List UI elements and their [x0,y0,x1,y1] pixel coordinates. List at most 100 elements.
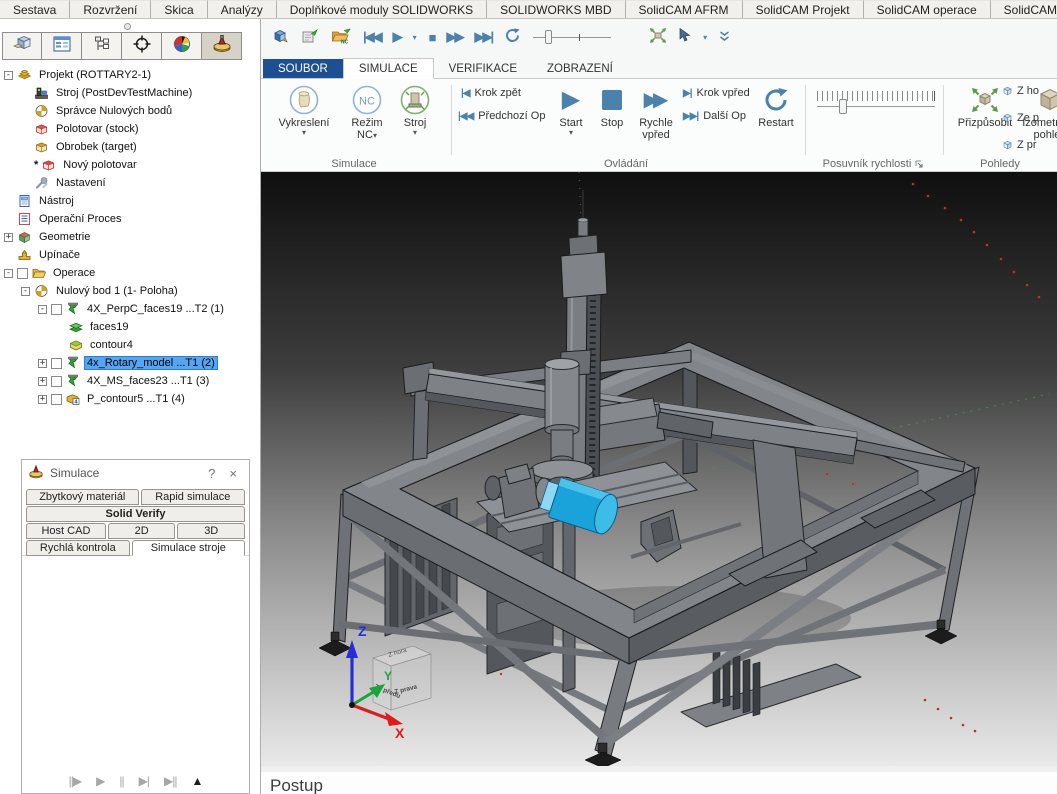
tree-label[interactable]: Polotovar (stock) [54,123,141,135]
tab-solidcam-projekt[interactable]: SolidCAM Projekt [743,0,864,18]
tab-zbytkovy-material[interactable]: Zbytkový materiál [26,489,139,505]
tab-rozvrzeni[interactable]: Rozvržení [70,0,151,18]
vykresleni-button[interactable]: Vykreslení ▾ [273,83,335,136]
pointer-dropdown-icon[interactable]: ▾ [703,34,707,41]
ribbon-tab-verifikace[interactable]: VERIFIKACE [434,59,532,78]
tree-item-4x-perpc-faces19[interactable]: - 4X_PerpC_faces19 ...T2 (1) [0,300,260,318]
krok-vpred-button[interactable]: ▶| Krok vpřed [683,87,750,99]
tree-label[interactable]: contour4 [88,339,135,351]
rychle-vpred-button[interactable]: ▶▶ Rychle vpřed [633,83,679,141]
expand-icon[interactable]: + [38,377,47,386]
collapse-icon[interactable]: - [21,287,30,296]
expand-icon[interactable]: + [4,233,13,242]
tab-solidcam-operace[interactable]: SolidCAM operace [864,0,991,18]
tree-item-operacni-proces[interactable]: Operační Proces [0,210,260,228]
panel-splitter-handle[interactable] [0,19,260,32]
tree-item-p-contour5[interactable]: + 4 P_contour5 ...T1 (4) [0,390,260,408]
restart-button[interactable]: Restart [751,83,801,129]
simulace-dialog-titlebar[interactable]: Simulace ? × [22,460,249,486]
operation-checkbox[interactable] [51,376,62,387]
next-op-button[interactable]: ▶|| [164,774,176,788]
tab-analyzy[interactable]: Analýzy [208,0,277,18]
view-top-button[interactable]: Z ho [1001,85,1039,97]
zoom-fit-icon[interactable] [649,27,667,47]
play-button[interactable]: ▶ [393,29,401,45]
tab-rychla-kontrola[interactable]: Rychlá kontrola [26,540,130,556]
tab-solid-verify[interactable]: Solid Verify [26,506,245,522]
collapse-icon[interactable]: - [4,269,13,278]
view-right-button[interactable]: Z pr [1001,139,1037,151]
tree-label[interactable]: 4X_MS_faces23 ...T1 (3) [85,375,211,387]
feature-manager-button[interactable] [2,32,42,60]
stop-button[interactable]: Stop [593,83,631,129]
ribbon-tab-soubor[interactable]: SOUBOR [263,59,343,78]
krok-zpet-button[interactable]: |◀ Krok zpět [461,87,521,99]
tab-doplnkove-moduly[interactable]: Doplňkové moduly SOLIDWORKS [277,0,487,18]
tree-label[interactable]: P_contour5 ...T1 (4) [85,393,187,405]
tab-skica[interactable]: Skica [151,0,207,18]
speed-slider[interactable] [817,91,935,107]
step-play-button[interactable]: ||▶ [69,774,81,788]
operation-checkbox[interactable] [17,268,28,279]
tab-host-cad[interactable]: Host CAD [26,523,106,539]
tab-solidworks-mbd[interactable]: SOLIDWORKS MBD [487,0,625,18]
speed-slider-handle[interactable] [839,99,847,114]
play-dropdown-icon[interactable]: ▾ [413,34,417,41]
tree-item-nastroj[interactable]: Nástroj [0,192,260,210]
tree-label[interactable]: Správce Nulových bodů [54,105,174,117]
expand-icon[interactable]: + [38,395,47,404]
configuration-manager-button[interactable] [82,32,122,60]
operation-checkbox[interactable] [51,394,62,405]
ribbon-tab-zobrazeni[interactable]: ZOBRAZENÍ [532,59,628,78]
pause-button[interactable]: || [119,774,123,788]
solidcam-home-icon[interactable] [271,28,289,47]
open-gcode-folder-icon[interactable]: NC [331,28,351,47]
expand-icon[interactable]: + [38,359,47,368]
tree-label[interactable]: Nulový bod 1 (1- Poloha) [54,285,180,297]
tree-item-projekt[interactable]: - Projekt (ROTTARY2-1) [0,66,260,84]
dialog-launcher-icon[interactable] [914,159,923,168]
machine-simulation-scene[interactable]: Z hora Ze předu Z prava Z X Y [261,172,1057,766]
speed-slider-mini[interactable] [533,29,611,45]
tree-item-novy-polotovar[interactable]: * Nový polotovar [0,156,260,174]
tree-item-polotovar[interactable]: Polotovar (stock) [0,120,260,138]
collapse-icon[interactable]: - [38,305,47,314]
tab-solidcam-afrm[interactable]: SolidCAM AFRM [626,0,743,18]
dalsi-op-button[interactable]: ▶▶| Další Op [683,110,746,122]
property-manager-button[interactable] [42,32,82,60]
tab-sestava[interactable]: Sestava [0,0,70,18]
stroj-button[interactable]: Stroj ▾ [393,83,437,136]
tab-rapid-simulace[interactable]: Rapid simulace [141,489,245,505]
predchozi-op-button[interactable]: |◀◀ Předchozí Op [458,110,545,122]
collapse-icon[interactable]: - [4,71,13,80]
rezim-nc-button[interactable]: NC Režim NC▾ [343,83,391,141]
start-button[interactable]: ▶ Start ▾ [551,83,591,136]
tree-label[interactable]: Geometrie [37,231,92,243]
tree-item-nulovy-bod[interactable]: - Nulový bod 1 (1- Poloha) [0,282,260,300]
tab-2d[interactable]: 2D [108,523,176,539]
tree-item-4x-rotary-model[interactable]: + 4x_Rotary_model ...T1 (2) [0,354,260,372]
ribbon-tab-simulace[interactable]: SIMULACE [343,58,434,79]
tree-item-nastaveni[interactable]: Nastavení [0,174,260,192]
tree-label[interactable]: Projekt (ROTTARY2-1) [37,69,153,81]
collapse-ribbon-icon[interactable] [719,30,730,45]
tree-item-4x-ms-faces23[interactable]: + 4X_MS_faces23 ...T1 (3) [0,372,260,390]
display-manager-button[interactable] [162,32,202,60]
tree-label[interactable]: faces19 [88,321,131,333]
view-front-button[interactable]: Ze p [1001,112,1039,124]
tree-label[interactable]: Nový polotovar [61,159,138,171]
tree-label[interactable]: Nastavení [54,177,108,189]
dimxpert-button[interactable] [122,32,162,60]
help-button[interactable]: ? [204,466,219,481]
restart-loop-icon[interactable] [504,27,521,47]
tree-label[interactable]: Obrobek (target) [54,141,139,153]
tab-simulace-stroje[interactable]: Simulace stroje [132,540,245,556]
tree-label[interactable]: Nástroj [37,195,76,207]
operation-checkbox[interactable] [51,358,62,369]
tree-label[interactable]: Upínače [37,249,82,261]
tree-item-faces19[interactable]: faces19 [0,318,260,336]
tree-label[interactable]: Stroj (PostDevTestMachine) [54,87,194,99]
tree-item-upinace[interactable]: Upínače [0,246,260,264]
tree-item-geometrie[interactable]: + Geometrie [0,228,260,246]
select-pointer-icon[interactable] [679,28,691,46]
